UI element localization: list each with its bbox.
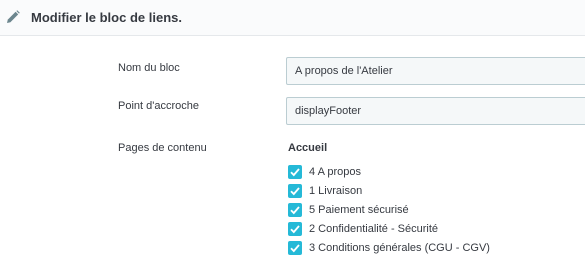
hook-label: Point d'accroche (118, 100, 199, 112)
block-name-input[interactable] (286, 57, 585, 85)
content-pages-label: Pages de contenu (118, 142, 207, 154)
checkbox-checked[interactable] (288, 222, 302, 236)
panel-title: Modifier le bloc de liens. (31, 10, 182, 25)
checkbox-checked[interactable] (288, 203, 302, 217)
checkbox-label: 4 A propos (309, 166, 361, 178)
checkmark-icon (290, 244, 300, 253)
checkmark-icon (290, 168, 300, 177)
checkbox-checked[interactable] (288, 184, 302, 198)
panel-header: Modifier le bloc de liens. (0, 0, 585, 36)
checkmark-icon (290, 225, 300, 234)
checkbox-label: 3 Conditions générales (CGU - CGV) (309, 242, 490, 254)
checkbox-checked[interactable] (288, 165, 302, 179)
checkbox-checked[interactable] (288, 241, 302, 255)
block-name-label: Nom du bloc (118, 62, 180, 74)
checkbox-label: 2 Confidentialité - Sécurité (309, 223, 439, 235)
pencil-icon (7, 10, 20, 23)
checkbox-label: 1 Livraison (309, 185, 363, 197)
checkmark-icon (290, 187, 300, 196)
checkbox-label: 5 Paiement sécurisé (309, 204, 409, 216)
checkmark-icon (290, 206, 300, 215)
hook-input[interactable] (286, 97, 585, 125)
group-title-accueil: Accueil (288, 142, 328, 154)
